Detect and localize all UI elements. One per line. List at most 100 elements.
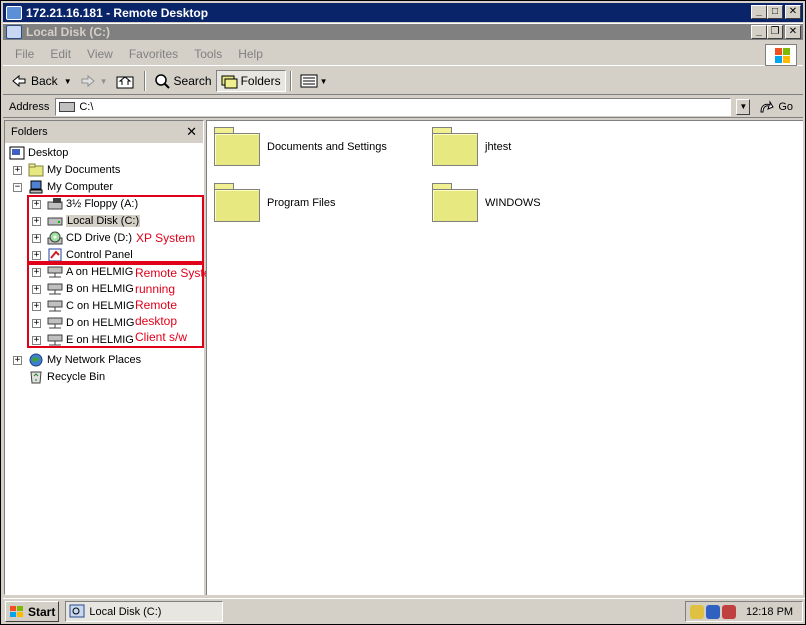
folders-pane-title: Folders xyxy=(11,126,48,138)
folder-icon xyxy=(28,163,44,177)
menu-edit[interactable]: Edit xyxy=(42,47,79,61)
forward-button[interactable]: ▼ xyxy=(76,70,112,92)
folders-pane: Folders ✕ Desktop + My Documents − My Co… xyxy=(4,120,204,595)
folders-label: Folders xyxy=(240,74,281,88)
go-label: Go xyxy=(778,100,794,113)
folder-item[interactable]: Documents and Settings xyxy=(213,127,387,167)
back-arrow-icon xyxy=(11,73,27,89)
windows-logo-icon xyxy=(765,44,797,66)
explorer-close-button[interactable]: ✕ xyxy=(785,25,801,39)
folders-icon xyxy=(221,73,238,89)
search-button[interactable]: Search xyxy=(150,70,216,92)
folder-label: jhtest xyxy=(485,141,512,153)
taskbar-button-label: Local Disk (C:) xyxy=(89,605,162,618)
go-arrow-icon xyxy=(758,99,775,115)
explorer-minimize-button[interactable]: _ xyxy=(751,25,767,39)
address-bar: Address C:\ ▼ Go xyxy=(3,96,803,118)
tray-connection-icon[interactable] xyxy=(722,604,736,619)
address-label: Address xyxy=(9,100,50,113)
folder-icon xyxy=(431,183,479,223)
taskbar: Start Local Disk (C:) 12:18 PM xyxy=(3,598,805,624)
clock[interactable]: 12:18 PM xyxy=(746,606,793,618)
forward-arrow-icon xyxy=(80,73,96,89)
folder-item[interactable]: Program Files xyxy=(213,183,335,223)
file-list-pane: Documents and Settings jhtest Program Fi… xyxy=(206,120,803,595)
back-dropdown-icon[interactable]: ▼ xyxy=(64,77,72,86)
collapse-icon[interactable]: − xyxy=(13,182,22,192)
folder-label: Program Files xyxy=(267,197,336,209)
annotation-running: running xyxy=(135,282,176,296)
back-button[interactable]: Back ▼ xyxy=(7,70,76,92)
tree-item-recycle-bin[interactable]: Recycle Bin xyxy=(28,369,105,385)
network-places-icon xyxy=(28,353,44,367)
xp-system-annotation-box xyxy=(27,195,204,263)
tree-item-my-documents[interactable]: + My Documents xyxy=(13,162,120,178)
annotation-desktop: desktop xyxy=(135,314,178,328)
remote-desktop-icon xyxy=(6,5,22,20)
search-icon xyxy=(154,73,170,89)
go-button[interactable]: Go xyxy=(758,99,793,115)
folders-pane-close-icon[interactable]: ✕ xyxy=(186,124,197,140)
tree-item-my-computer[interactable]: − My Computer xyxy=(13,179,113,195)
close-button[interactable]: ✕ xyxy=(785,5,801,19)
address-value: C:\ xyxy=(79,100,94,113)
expand-icon[interactable]: + xyxy=(13,355,22,365)
folder-label: WINDOWS xyxy=(485,197,541,209)
remote-desktop-titlebar[interactable]: 172.21.16.181 - Remote Desktop _ □ ✕ xyxy=(3,3,803,22)
forward-dropdown-icon[interactable]: ▼ xyxy=(100,77,108,86)
address-input[interactable]: C:\ xyxy=(55,97,732,116)
windows-flag-icon xyxy=(9,605,25,619)
standard-toolbar: Back ▼ ▼ Search Folders ▼ xyxy=(3,68,803,95)
hard-drive-icon xyxy=(59,101,76,112)
start-button[interactable]: Start xyxy=(5,601,60,622)
taskbar-button-local-disk[interactable]: Local Disk (C:) xyxy=(65,601,224,622)
menu-tools[interactable]: Tools xyxy=(186,47,230,61)
menu-favorites[interactable]: Favorites xyxy=(121,47,186,61)
explorer-icon xyxy=(69,604,85,620)
menu-file[interactable]: File xyxy=(7,47,42,61)
maximize-button[interactable]: □ xyxy=(767,5,783,19)
views-dropdown-icon: ▼ xyxy=(319,76,328,86)
expand-icon[interactable]: + xyxy=(13,165,22,175)
tray-network-icon[interactable] xyxy=(690,604,704,619)
computer-icon xyxy=(28,180,44,194)
explorer-title: Local Disk (C:) xyxy=(26,25,111,39)
folder-icon xyxy=(213,127,261,167)
tree-item-my-network-places[interactable]: + My Network Places xyxy=(13,352,141,368)
views-button[interactable]: ▼ xyxy=(296,70,332,92)
explorer-window-buttons: _ ❐ ✕ xyxy=(751,25,801,39)
tray-globe-icon[interactable] xyxy=(706,604,720,619)
system-tray: 12:18 PM xyxy=(685,601,803,622)
toolbar-separator xyxy=(143,71,146,91)
remote-desktop-title: 172.21.16.181 - Remote Desktop xyxy=(26,5,209,20)
menu-view[interactable]: View xyxy=(79,47,121,61)
explorer-icon xyxy=(6,25,22,39)
folder-icon xyxy=(213,183,261,223)
folder-item[interactable]: jhtest xyxy=(431,127,511,167)
folders-button[interactable]: Folders xyxy=(215,70,286,92)
folders-pane-header: Folders ✕ xyxy=(5,121,203,143)
annotation-xp-system: XP System xyxy=(136,231,196,245)
annotation-remote: Remote xyxy=(135,298,178,312)
up-folder-icon xyxy=(116,73,134,89)
up-button[interactable] xyxy=(112,70,140,92)
annotation-client-sw: Client s/w xyxy=(135,330,188,344)
recycle-bin-icon xyxy=(28,370,44,384)
start-label: Start xyxy=(28,604,56,619)
tree-item-desktop[interactable]: Desktop xyxy=(9,145,68,161)
folder-icon xyxy=(431,127,479,167)
minimize-button[interactable]: _ xyxy=(751,5,767,19)
menu-help[interactable]: Help xyxy=(230,47,271,61)
back-label: Back xyxy=(31,74,58,88)
explorer-restore-button[interactable]: ❐ xyxy=(767,25,783,39)
menu-bar: File Edit View Favorites Tools Help xyxy=(3,42,803,66)
toolbar-separator xyxy=(289,71,292,91)
search-label: Search xyxy=(173,74,212,88)
views-icon xyxy=(300,73,318,89)
desktop-icon xyxy=(9,146,25,160)
explorer-titlebar[interactable]: Local Disk (C:) _ ❐ ✕ xyxy=(3,23,803,40)
address-dropdown-button[interactable]: ▼ xyxy=(736,98,751,115)
remote-desktop-window-buttons: _ □ ✕ xyxy=(751,5,801,19)
folder-item[interactable]: WINDOWS xyxy=(431,183,541,223)
remote-desktop-window: 172.21.16.181 - Remote Desktop _ □ ✕ Loc… xyxy=(0,0,806,625)
